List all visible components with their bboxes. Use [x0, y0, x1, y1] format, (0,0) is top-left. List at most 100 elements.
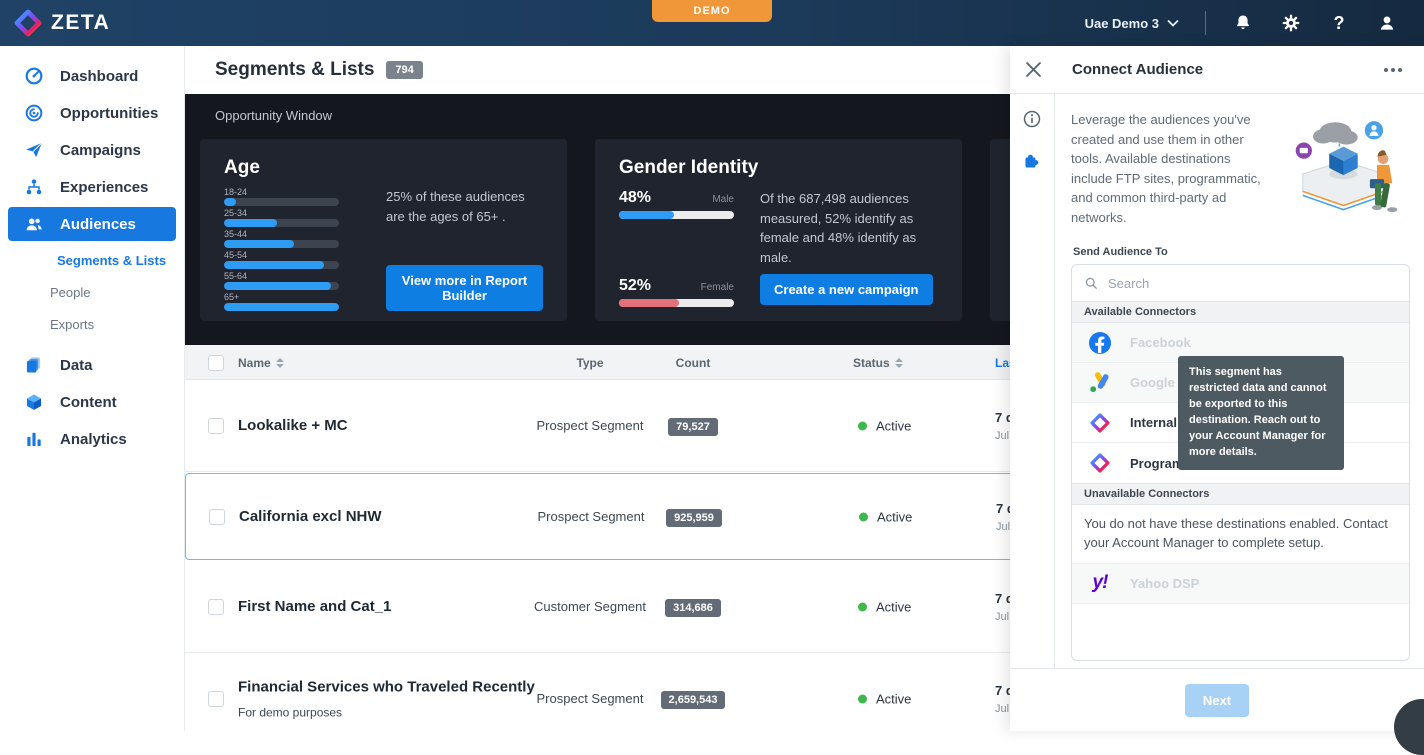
sidebar-item-experiences[interactable]: Experiences — [8, 170, 176, 204]
sidebar-item-exports[interactable]: Exports — [0, 308, 184, 340]
account-name: Uae Demo 3 — [1085, 16, 1159, 31]
panel-more-button[interactable] — [1384, 68, 1402, 72]
male-percent: 48% — [619, 189, 651, 207]
column-header-name[interactable]: Name — [238, 345, 284, 380]
connector-search[interactable] — [1072, 265, 1409, 301]
sidebar-label: Dashboard — [60, 68, 138, 85]
facebook-icon — [1088, 331, 1112, 355]
restricted-data-tooltip: This segment has restricted data and can… — [1178, 356, 1344, 470]
target-icon — [24, 103, 44, 123]
panel-title: Connect Audience — [1072, 61, 1203, 78]
status-label: Active — [876, 599, 911, 614]
count-badge: 925,959 — [666, 509, 722, 527]
status-dot — [858, 602, 867, 611]
row-checkbox[interactable] — [209, 509, 225, 525]
header-label: Count — [676, 356, 711, 370]
settings-button[interactable] — [1280, 12, 1302, 34]
age-tick: 65+ — [224, 292, 364, 303]
sidebar-item-people[interactable]: People — [0, 276, 184, 308]
segment-name[interactable]: Lookalike + MC — [238, 417, 348, 434]
age-bar-fill — [224, 261, 324, 269]
row-checkbox[interactable] — [208, 599, 224, 615]
status-label: Active — [876, 418, 911, 433]
unavailable-connectors-header: Unavailable Connectors — [1072, 483, 1409, 505]
connectors-tab[interactable] — [1019, 148, 1045, 174]
user-icon — [1377, 13, 1397, 33]
data-stack-icon — [24, 355, 44, 375]
segment-name[interactable]: Financial Services who Traveled Recently — [238, 678, 535, 695]
connector-label: Internal — [1130, 415, 1177, 430]
account-switcher[interactable]: Uae Demo 3 — [1085, 16, 1179, 31]
help-button[interactable]: ? — [1328, 12, 1350, 34]
people-icon — [24, 214, 44, 234]
page-title: Segments & Lists — [215, 59, 374, 81]
male-bar-group: 48% Male — [619, 189, 734, 219]
available-connectors-header: Available Connectors — [1072, 301, 1409, 323]
topbar-divider — [1205, 11, 1206, 35]
gauge-icon — [24, 66, 44, 86]
sidebar-item-segments-lists[interactable]: Segments & Lists — [0, 244, 184, 276]
zeta-logo-icon — [14, 9, 42, 37]
google-ads-icon — [1088, 371, 1112, 395]
age-tick: 25-34 — [224, 208, 364, 219]
segments-count-badge: 794 — [386, 61, 422, 79]
status-dot — [859, 512, 868, 521]
header-label: Type — [576, 356, 603, 370]
age-tick: 18-24 — [224, 187, 364, 198]
age-tick: 35-44 — [224, 229, 364, 240]
connector-label: Yahoo DSP — [1130, 576, 1199, 591]
sidebar-label: Opportunities — [60, 105, 158, 122]
age-bar-fill — [224, 303, 339, 311]
close-icon — [1026, 62, 1041, 77]
column-header-status[interactable]: Status — [853, 345, 903, 380]
row-checkbox[interactable] — [208, 691, 224, 707]
column-header-count: Count — [628, 345, 758, 380]
zeta-brand[interactable]: ZETA — [0, 9, 110, 37]
close-panel-button[interactable] — [1010, 62, 1056, 77]
segment-name[interactable]: First Name and Cat_1 — [238, 598, 391, 615]
status-label: Active — [877, 509, 912, 524]
sidebar-item-analytics[interactable]: Analytics — [8, 422, 176, 456]
sidebar-item-opportunities[interactable]: Opportunities — [8, 96, 176, 130]
age-bar-chart: 18-24 25-34 35-44 45-54 55-64 65+ — [224, 187, 364, 313]
info-tab[interactable] — [1019, 106, 1045, 132]
age-description: 25% of these audiences are the ages of 6… — [386, 187, 543, 226]
sidebar-item-audiences[interactable]: Audiences — [8, 207, 176, 241]
chevron-down-icon — [1167, 19, 1179, 27]
age-tick: 55-64 — [224, 271, 364, 282]
sidebar-label: Campaigns — [60, 142, 141, 159]
age-card-title: Age — [224, 157, 543, 179]
row-checkbox[interactable] — [208, 418, 224, 434]
connector-label: Facebook — [1130, 335, 1191, 350]
segment-name[interactable]: California excl NHW — [239, 508, 382, 525]
sidebar-label: Analytics — [60, 431, 127, 448]
brand-name: ZETA — [51, 11, 110, 35]
connect-illustration — [1282, 110, 1410, 232]
header-label: Status — [853, 356, 890, 370]
profile-button[interactable] — [1376, 12, 1398, 34]
zeta-diamond-icon — [1088, 451, 1112, 475]
count-badge: 2,659,543 — [661, 691, 726, 709]
create-campaign-button[interactable]: Create a new campaign — [760, 274, 933, 305]
status-dot — [858, 421, 867, 430]
sidebar-label: Content — [60, 394, 117, 411]
sidebar-item-campaigns[interactable]: Campaigns — [8, 133, 176, 167]
notifications-button[interactable] — [1232, 12, 1254, 34]
sidebar-label: Data — [60, 357, 93, 374]
sidebar-item-data[interactable]: Data — [8, 348, 176, 382]
sidebar-item-dashboard[interactable]: Dashboard — [8, 59, 176, 93]
view-report-builder-button[interactable]: View more in Report Builder — [386, 265, 543, 311]
gender-identity-card: Gender Identity 48% Male 52% — [595, 139, 962, 321]
search-input[interactable] — [1108, 276, 1397, 291]
sidebar-item-content[interactable]: Content — [8, 385, 176, 419]
select-all-checkbox[interactable] — [208, 355, 224, 371]
sort-icon — [276, 358, 284, 368]
sort-icon — [895, 358, 903, 368]
count-badge: 314,686 — [665, 599, 721, 617]
sidebar-label: Audiences — [60, 216, 136, 233]
age-bar-fill — [224, 198, 236, 206]
puzzle-icon — [1022, 151, 1042, 171]
next-button[interactable]: Next — [1185, 684, 1249, 717]
female-bar-group: 52% Female — [619, 277, 734, 307]
gender-description: Of the 687,498 audiences measured, 52% i… — [760, 189, 938, 267]
